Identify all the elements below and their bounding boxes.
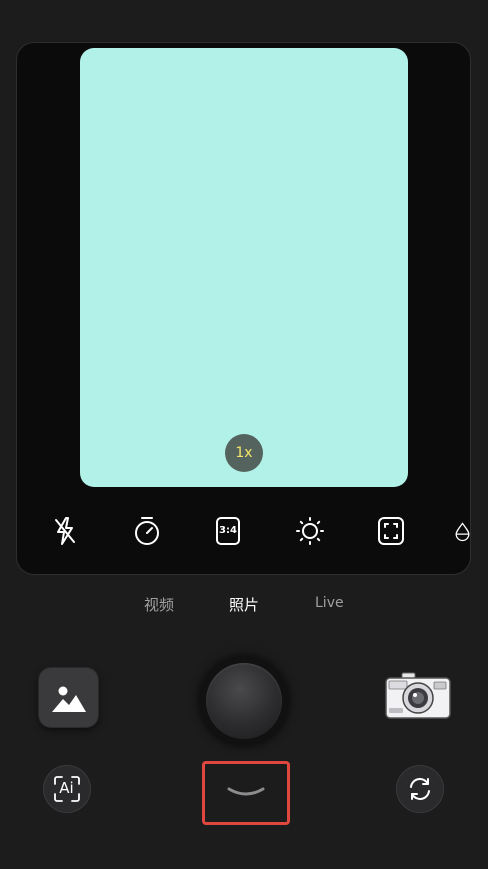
zoom-button[interactable]: 1x: [225, 434, 263, 472]
aspect-ratio-label: 3:4: [219, 525, 237, 536]
mode-tab-photo[interactable]: 照片: [229, 594, 259, 615]
focus-frame-icon[interactable]: [373, 513, 409, 549]
timer-icon[interactable]: [129, 513, 165, 549]
viewfinder[interactable]: 1x: [80, 48, 408, 487]
mode-tab-live[interactable]: Live: [315, 595, 344, 611]
mode-tab-video[interactable]: 视频: [144, 594, 174, 615]
brightness-icon[interactable]: [292, 513, 328, 549]
ai-button[interactable]: Ai: [43, 765, 91, 813]
camera-screen: 1x 3:4 视频 照片 Live Ai: [0, 0, 488, 869]
chevron-down-icon: [227, 787, 265, 796]
retro-camera-icon[interactable]: [384, 672, 452, 720]
switch-camera-icon: [410, 778, 430, 800]
camera-panel: 1x 3:4: [16, 42, 471, 575]
gallery-button[interactable]: [39, 668, 98, 727]
gallery-icon: [51, 686, 86, 712]
aspect-ratio-button[interactable]: 3:4: [210, 513, 246, 549]
mode-tabs: 视频 照片 Live: [0, 594, 488, 618]
shutter-button[interactable]: [199, 656, 289, 746]
ai-label: Ai: [59, 779, 74, 797]
camera-toolbar: 3:4: [17, 509, 470, 555]
flash-off-icon[interactable]: [47, 513, 83, 549]
shutter-inner: [206, 663, 282, 739]
switch-camera-button[interactable]: [396, 765, 444, 813]
partial-icon[interactable]: [453, 513, 470, 549]
collapse-button[interactable]: [202, 761, 290, 825]
